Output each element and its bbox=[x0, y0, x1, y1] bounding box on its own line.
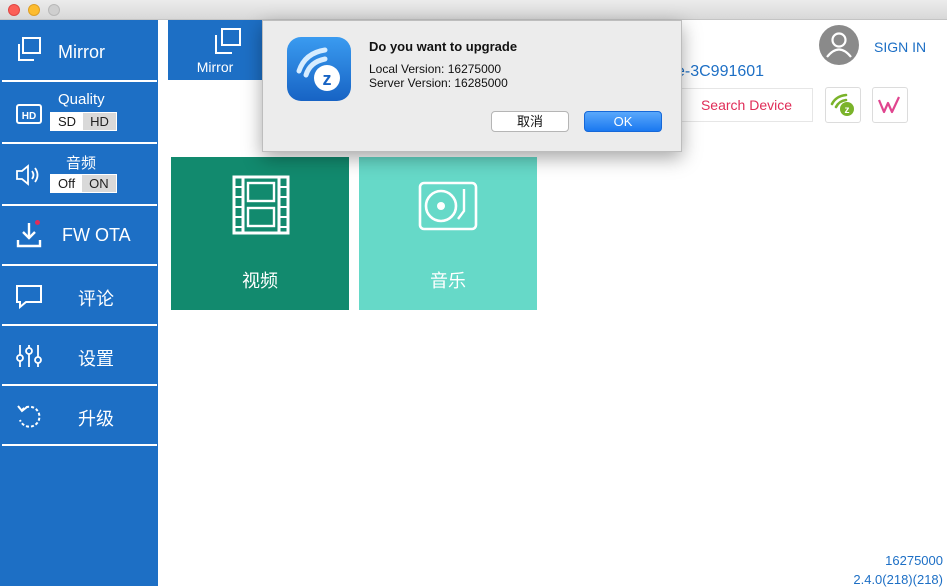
user-icon bbox=[826, 32, 852, 58]
mirror-icon bbox=[215, 28, 241, 54]
svg-text:z: z bbox=[845, 105, 850, 116]
upgrade-dialog: z Do you want to upgrade Local Version: … bbox=[262, 20, 682, 152]
ezcast-button[interactable]: z bbox=[825, 87, 861, 123]
comment-icon bbox=[16, 285, 42, 310]
w-logo-icon bbox=[877, 96, 900, 114]
minimize-window-button[interactable] bbox=[28, 4, 40, 16]
sidebar-item-fw-ota[interactable]: FW OTA bbox=[2, 206, 157, 266]
audio-toggle[interactable]: Off ON bbox=[50, 174, 117, 193]
svg-text:z: z bbox=[323, 69, 332, 89]
search-device-button[interactable]: Search Device bbox=[680, 88, 813, 122]
tile-video[interactable]: 视频 bbox=[171, 157, 349, 310]
mirror-icon bbox=[18, 37, 41, 61]
sidebar: Mirror HD Quality SD HD 音频 Off ON FW OTA… bbox=[0, 20, 158, 586]
close-window-button[interactable] bbox=[8, 4, 20, 16]
quality-toggle[interactable]: SD HD bbox=[50, 112, 117, 131]
sidebar-item-label: 评论 bbox=[78, 289, 114, 309]
mirror-tab[interactable]: Mirror bbox=[168, 20, 262, 80]
audio-label: 音频 bbox=[66, 155, 97, 172]
sign-in-link[interactable]: SIGN IN bbox=[874, 39, 926, 55]
tile-music[interactable]: 音乐 bbox=[359, 157, 537, 310]
sidebar-item-label: 设置 bbox=[78, 349, 114, 369]
sidebar-item-label: 升级 bbox=[78, 409, 114, 429]
cancel-button[interactable]: 取消 bbox=[491, 111, 569, 132]
sidebar-item-label: Mirror bbox=[58, 42, 105, 62]
turntable-icon bbox=[418, 181, 478, 231]
sidebar-item-upgrade[interactable]: 升级 bbox=[2, 386, 157, 446]
window-titlebar bbox=[0, 0, 947, 20]
device-name: e-3C991601 bbox=[676, 63, 765, 80]
sidebar-item-quality: HD Quality SD HD bbox=[2, 82, 157, 144]
wifi-display-button[interactable] bbox=[872, 87, 908, 123]
notification-dot bbox=[35, 220, 40, 225]
quality-option-sd[interactable]: SD bbox=[51, 113, 84, 130]
sidebar-item-label: FW OTA bbox=[62, 225, 131, 245]
mirror-tab-label: Mirror bbox=[196, 59, 234, 75]
ezcast-app-icon: z bbox=[287, 37, 351, 101]
tile-label: 音乐 bbox=[430, 271, 466, 291]
audio-option-on[interactable]: ON bbox=[82, 175, 116, 192]
tile-label: 视频 bbox=[242, 271, 278, 291]
ok-button[interactable]: OK bbox=[584, 111, 662, 132]
local-version: Local Version: 16275000 bbox=[369, 62, 502, 76]
quality-label: Quality bbox=[58, 91, 105, 108]
maximize-window-button[interactable] bbox=[48, 4, 60, 16]
sidebar-item-audio: 音频 Off ON bbox=[2, 144, 157, 206]
ezcast-wifi-icon: z bbox=[830, 93, 854, 116]
sidebar-item-mirror[interactable]: Mirror bbox=[2, 20, 157, 82]
dialog-title: Do you want to upgrade bbox=[369, 39, 518, 54]
download-icon bbox=[16, 223, 42, 248]
film-icon bbox=[232, 175, 290, 235]
sidebar-item-comment[interactable]: 评论 bbox=[2, 266, 157, 326]
build-number: 16275000 bbox=[885, 553, 943, 568]
hd-icon: HD bbox=[16, 104, 42, 124]
speaker-icon bbox=[16, 164, 39, 186]
avatar[interactable] bbox=[819, 25, 859, 65]
quality-option-hd[interactable]: HD bbox=[83, 113, 116, 130]
version-string: 2.4.0(218)(218) bbox=[853, 572, 943, 587]
svg-text:HD: HD bbox=[22, 111, 36, 122]
audio-option-off[interactable]: Off bbox=[51, 175, 83, 192]
sliders-icon bbox=[16, 345, 42, 367]
server-version: Server Version: 16285000 bbox=[369, 76, 508, 90]
refresh-icon bbox=[17, 405, 41, 428]
sidebar-item-settings[interactable]: 设置 bbox=[2, 326, 157, 386]
